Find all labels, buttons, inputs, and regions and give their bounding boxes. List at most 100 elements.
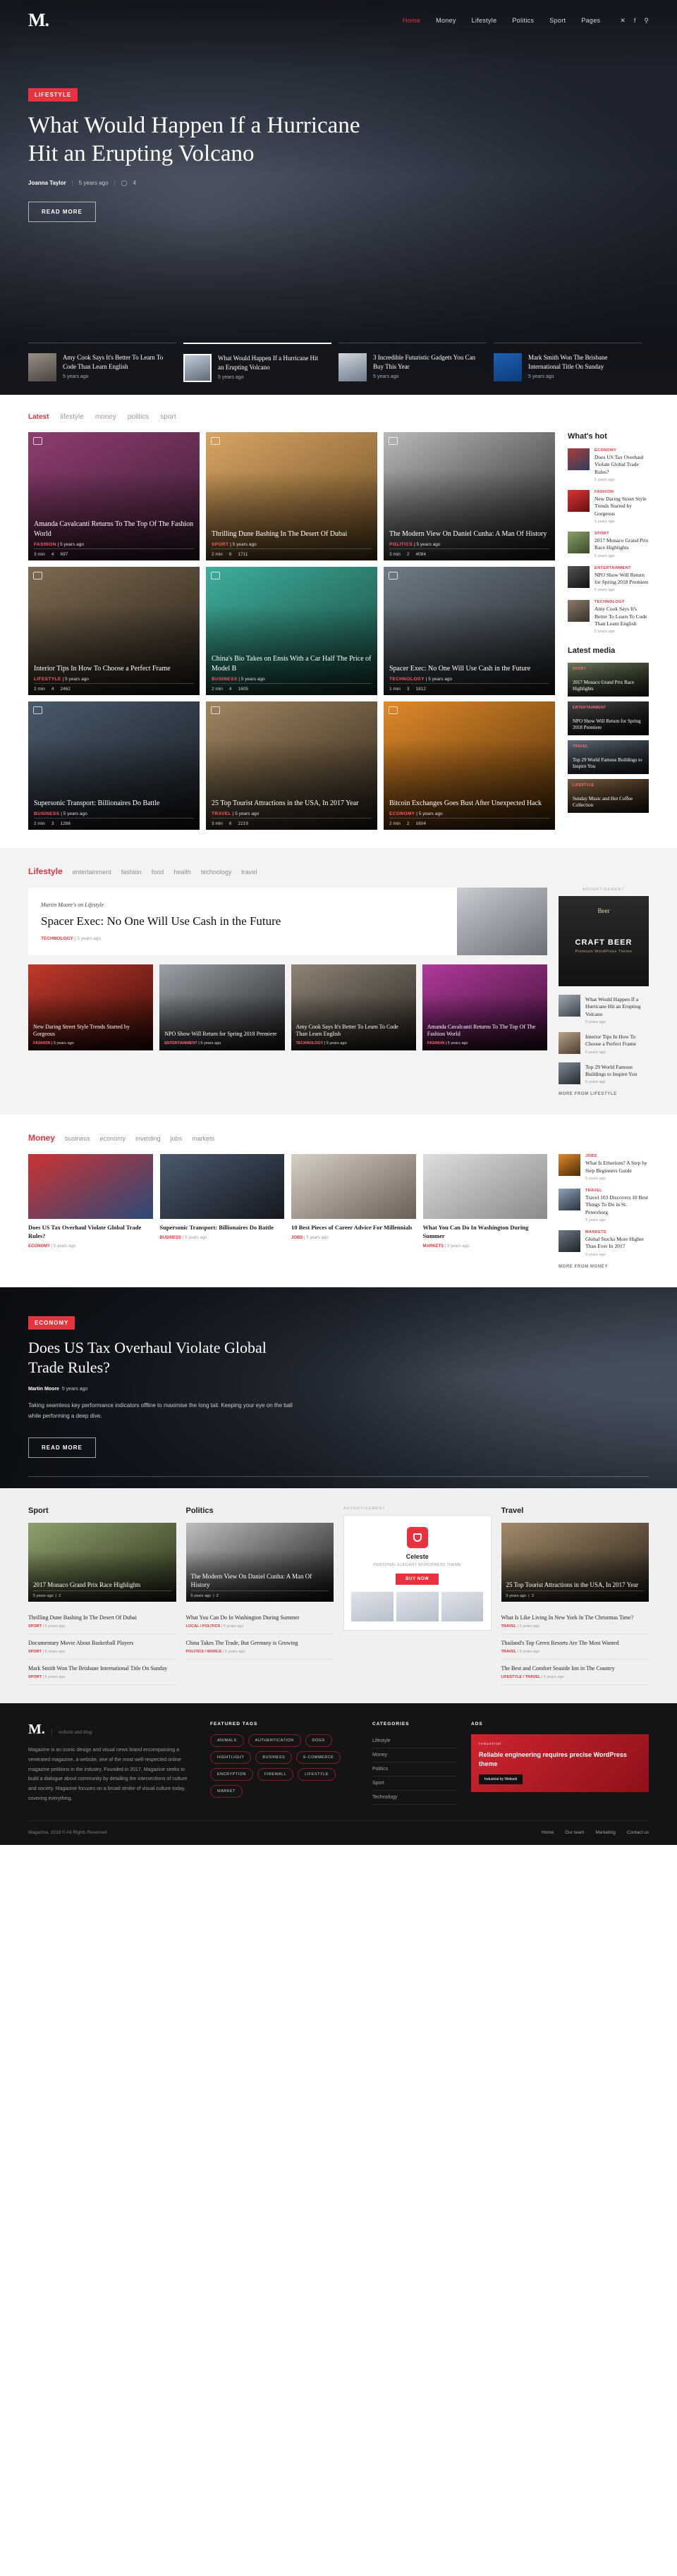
hot-category[interactable]: SPORT [594, 532, 649, 536]
money-card[interactable]: Does US Tax Overhaul Violate Global Trad… [28, 1154, 153, 1249]
article-card[interactable]: The Modern View On Daniel Cunha: A Man O… [384, 432, 555, 560]
tag-hightlight[interactable]: HIGHTLIGHT [210, 1751, 252, 1765]
tag-market[interactable]: MARKET [210, 1785, 243, 1798]
lifestyle-card[interactable]: New Daring Street Style Trends Started b… [28, 964, 154, 1051]
lifestyle-side-item[interactable]: Interior Tips In How To Choose a Perfect… [559, 1032, 649, 1055]
media-item[interactable]: ENTERTAINMENT NPO Show Will Return for S… [568, 701, 649, 736]
sport-lead-card[interactable]: 2017 Monaco Grand Prix Race Highlights 5… [28, 1522, 176, 1602]
lifestyle-tab-technology[interactable]: technology [201, 869, 232, 876]
card-category[interactable]: TRAVEL [212, 811, 231, 816]
lifestyle-feature-card[interactable]: Martin Moore's on Lifestyle Spacer Exec:… [28, 888, 547, 956]
celeste-buy-now-button[interactable]: BUY NOW [396, 1573, 439, 1585]
money-card[interactable]: What You Can Do In Washington During Sum… [422, 1154, 547, 1249]
hot-category[interactable]: TECHNOLOGY [594, 600, 649, 604]
money-card-category[interactable]: MARKETS [423, 1244, 444, 1249]
celeste-advertisement[interactable]: Celeste PERSONAL ELEGANT WORDPRESS THEME… [343, 1514, 492, 1631]
promo-author[interactable]: Martin Moore [28, 1387, 59, 1392]
tag-ecommerce[interactable]: E-COMMERCE [296, 1751, 341, 1765]
footer-logo[interactable]: M. [28, 1722, 45, 1738]
side-category[interactable]: MARKETS [585, 1230, 649, 1234]
footer-link-home[interactable]: Home [542, 1830, 554, 1835]
card-category[interactable]: TECHNOLOGY [389, 677, 425, 682]
media-item[interactable]: TRAVEL Top 29 World Famous Buildings to … [568, 740, 649, 775]
footer-link-contact-us[interactable]: Contact us [627, 1830, 649, 1835]
side-category[interactable]: JOBS [585, 1154, 649, 1158]
money-card-category[interactable]: JOBS [291, 1236, 303, 1240]
money-card[interactable]: 10 Best Pieces of Career Advice For Mill… [291, 1154, 416, 1249]
nav-item-politics[interactable]: Politics [512, 17, 534, 24]
money-tab-investing[interactable]: investing [135, 1135, 161, 1142]
tab-politics[interactable]: politics [128, 413, 150, 421]
carousel-item[interactable]: Amy Cook Says It's Better To Learn To Co… [28, 343, 176, 382]
money-tab-business[interactable]: business [65, 1135, 90, 1142]
lifestyle-tab-health[interactable]: health [173, 869, 191, 876]
site-logo[interactable]: M. [28, 10, 49, 31]
card-category[interactable]: POLITICS [389, 542, 413, 547]
nav-item-pages[interactable]: Pages [581, 17, 600, 24]
card-category[interactable]: ECONOMY [389, 811, 415, 816]
hero-read-more-button[interactable]: READ MORE [28, 201, 96, 222]
politics-item-category[interactable]: LOCAL / POLITICS [186, 1624, 221, 1629]
hot-list-item[interactable]: ECONOMY Does US Tax Overhaul Violate Glo… [568, 448, 649, 482]
politics-list-item[interactable]: What You Can Do In Washington During Sum… [185, 1609, 334, 1634]
side-category[interactable]: TRAVEL [585, 1189, 649, 1193]
tag-authentication[interactable]: AUTHENTICATION [248, 1734, 301, 1748]
article-card[interactable]: Thrilling Dune Bashing In The Desert Of … [206, 432, 377, 560]
beer-advertisement[interactable]: Beer CRAFT BEER Premium WordPress Theme [559, 896, 649, 986]
travel-item-category[interactable]: LIFESTYLE / TRAVEL [501, 1675, 541, 1679]
money-tab-jobs[interactable]: jobs [171, 1135, 183, 1142]
sport-item-category[interactable]: SPORT [28, 1624, 42, 1629]
travel-list-item[interactable]: The Best and Comfort Seaside Inn in The … [501, 1660, 649, 1686]
money-side-item[interactable]: TRAVEL Travel 103 Discovers 10 Best Thin… [559, 1189, 649, 1222]
search-icon[interactable]: ⚲ [644, 17, 649, 25]
footer-link-our-team[interactable]: Our team [565, 1830, 584, 1835]
media-category[interactable]: LIFESTYLE [573, 783, 594, 787]
tab-sport[interactable]: sport [160, 413, 176, 421]
hot-category[interactable]: FASHION [594, 490, 649, 494]
article-card[interactable]: Bitcoin Exchanges Goes Bust After Unexpe… [384, 701, 555, 830]
politics-lead-card[interactable]: The Modern View On Daniel Cunha: A Man O… [185, 1522, 334, 1602]
tag-animals[interactable]: ANIMALS [210, 1734, 244, 1748]
ls-card-category[interactable]: FASHION [33, 1041, 50, 1045]
tag-lifestyle[interactable]: LIFESTYLE [298, 1768, 336, 1781]
footer-cat-technology[interactable]: Technology [372, 1791, 457, 1805]
card-category[interactable]: BUSINESS [212, 677, 237, 682]
article-card[interactable]: China's Bio Takes on Ensis With a Car Ha… [206, 567, 377, 695]
politics-list-item[interactable]: China Takes The Trade, But Germany is Gr… [185, 1634, 334, 1660]
promo-badge[interactable]: ECONOMY [28, 1315, 75, 1330]
money-side-item[interactable]: MARKETS Global Stocks More Higher Than E… [559, 1230, 649, 1257]
feature-category[interactable]: TECHNOLOGY [41, 936, 73, 941]
hot-category[interactable]: ECONOMY [594, 448, 649, 453]
hot-list-item[interactable]: TECHNOLOGY Amy Cook Says It's Better To … [568, 600, 649, 634]
footer-link-marketing[interactable]: Marketing [595, 1830, 616, 1835]
ls-card-category[interactable]: ENTERTAINMENT [164, 1041, 197, 1045]
lifestyle-tab-food[interactable]: food [152, 869, 164, 876]
nav-item-money[interactable]: Money [436, 17, 456, 24]
travel-item-category[interactable]: TRAVEL [501, 1650, 517, 1654]
article-card[interactable]: Amanda Cavalcanti Returns To The Top Of … [28, 432, 200, 560]
footer-cat-lifestyle[interactable]: Lifestyle [372, 1734, 457, 1749]
hot-list-item[interactable]: ENTERTAINMENT NPO Show Will Return for S… [568, 565, 649, 592]
lifestyle-card[interactable]: Amanda Cavalcanti Returns To The Top Of … [422, 964, 547, 1051]
money-side-item[interactable]: JOBS What Is Etherium? A Step by Step Be… [559, 1154, 649, 1181]
money-card-category[interactable]: ECONOMY [28, 1244, 50, 1249]
money-card-category[interactable]: BUSINESS [160, 1236, 182, 1240]
lifestyle-tab-entertainment[interactable]: entertainment [73, 869, 111, 876]
money-card[interactable]: Supersonic Transport: Billionaires Do Ba… [159, 1154, 284, 1249]
nav-item-lifestyle[interactable]: Lifestyle [472, 17, 497, 24]
sport-item-category[interactable]: SPORT [28, 1675, 42, 1679]
ad3-button[interactable]: Industrial by Webvek [479, 1774, 523, 1784]
footer-cat-money[interactable]: Money [372, 1748, 457, 1763]
facebook-icon[interactable]: f [634, 17, 636, 25]
sport-list-item[interactable]: Thrilling Dune Bashing In The Desert Of … [28, 1609, 176, 1634]
sport-item-category[interactable]: SPORT [28, 1650, 42, 1654]
nav-item-sport[interactable]: Sport [549, 17, 566, 24]
sport-list-item[interactable]: Mark Smith Won The Brisbane Internationa… [28, 1660, 176, 1686]
media-category[interactable]: ENTERTAINMENT [573, 706, 606, 710]
lifestyle-tab-fashion[interactable]: fashion [121, 869, 142, 876]
tab-latest[interactable]: Latest [28, 413, 49, 421]
ls-card-category[interactable]: TECHNOLOGY [296, 1041, 324, 1045]
media-item[interactable]: LIFESTYLE Sunday Music and Hot Coffee Co… [568, 779, 649, 814]
tab-money[interactable]: money [95, 413, 116, 421]
tab-lifestyle[interactable]: lifestyle [60, 413, 83, 421]
